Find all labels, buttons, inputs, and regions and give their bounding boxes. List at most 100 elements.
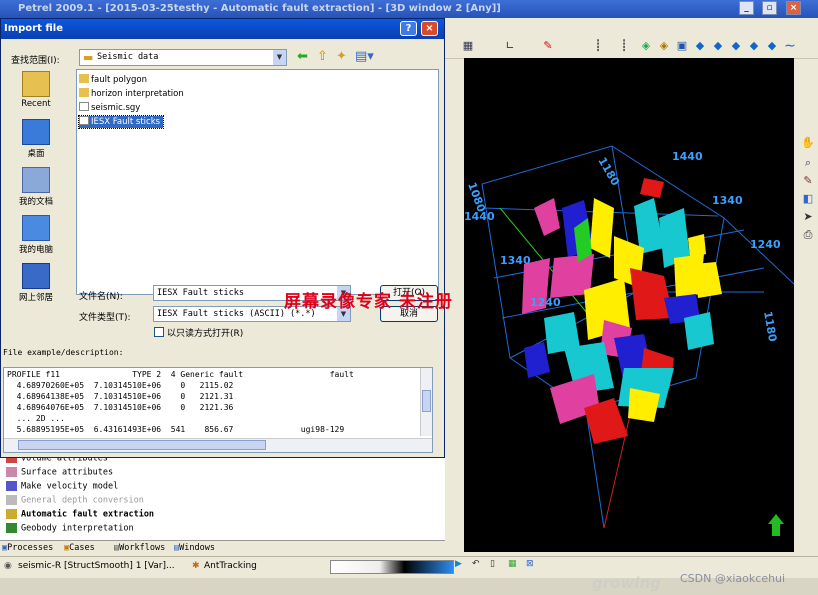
pencil-icon[interactable]: ✎ bbox=[801, 174, 815, 188]
places-bar: Recent 桌面 我的文档 我的电脑 网上邻居 bbox=[7, 71, 65, 321]
page-icon[interactable]: ▯ bbox=[490, 559, 495, 569]
fault-3d-view: 1180 1440 1080 1440 1340 1340 1240 1240 … bbox=[464, 145, 794, 536]
cube3-icon[interactable]: ▣ bbox=[675, 39, 689, 53]
view-menu-icon[interactable]: ▤▾ bbox=[355, 49, 374, 64]
seismic-icon: ◉ bbox=[4, 561, 12, 571]
readonly-checkbox[interactable] bbox=[154, 327, 164, 337]
recent-icon bbox=[22, 71, 50, 97]
tab-strip: ▣Processes ▣Cases ▤Workflows ▤Windows bbox=[0, 540, 445, 556]
place-documents[interactable]: 我的文档 bbox=[7, 167, 65, 207]
lookin-label: 查找范围(I): bbox=[11, 56, 60, 66]
process-item[interactable]: General depth conversion bbox=[6, 495, 144, 506]
place-desktop[interactable]: 桌面 bbox=[7, 119, 65, 159]
zoom-icon[interactable]: ⌕ bbox=[801, 156, 815, 170]
seismic-status: seismic-R [StructSmooth] 1 [Var]... bbox=[18, 561, 175, 571]
computer-icon bbox=[22, 215, 50, 241]
filename-value: IESX Fault sticks bbox=[157, 288, 244, 298]
undo-icon[interactable]: ↶ bbox=[472, 559, 480, 569]
folder-icon: ▬ bbox=[83, 51, 94, 64]
process-item[interactable]: Make velocity model bbox=[6, 481, 118, 492]
minimize-button[interactable]: _ bbox=[739, 1, 754, 15]
description-label: File example/description: bbox=[3, 348, 124, 357]
close-window-button[interactable]: × bbox=[786, 1, 801, 15]
surface2-icon[interactable]: ◆ bbox=[729, 39, 743, 53]
tab-processes[interactable]: ▣Processes bbox=[0, 542, 53, 555]
file-icon bbox=[79, 102, 89, 111]
well-icon[interactable]: ◆ bbox=[693, 39, 707, 53]
axis-label: 1440 bbox=[464, 210, 495, 223]
cube-icon[interactable]: ◈ bbox=[639, 39, 653, 53]
pointer-icon[interactable]: ➤ bbox=[801, 210, 815, 224]
tab-workflows[interactable]: ▤Workflows bbox=[112, 542, 165, 555]
axis-label: 1240 bbox=[750, 238, 781, 251]
dialog-close-button[interactable]: × bbox=[421, 21, 438, 36]
list-item[interactable]: seismic.sgy bbox=[79, 102, 143, 114]
export-icon[interactable]: ▦ bbox=[508, 559, 517, 569]
processes-panel: Volume attributes Surface attributes Mak… bbox=[0, 452, 445, 541]
tab-windows[interactable]: ▤Windows bbox=[172, 542, 215, 555]
vertical-scrollbar[interactable] bbox=[420, 368, 432, 436]
csdn-watermark: CSDN @xiaokcehui bbox=[680, 572, 786, 585]
play-icon[interactable]: ▶ bbox=[455, 559, 462, 569]
split2-icon[interactable]: ┋ bbox=[617, 39, 631, 53]
folder-icon bbox=[79, 74, 89, 83]
3d-viewport[interactable]: 1180 1440 1080 1440 1340 1340 1240 1240 … bbox=[464, 58, 794, 552]
desktop-icon bbox=[22, 119, 50, 145]
surface4-icon[interactable]: ◆ bbox=[765, 39, 779, 53]
description-line: 4.68964138E+05 7.10314510E+06 0 2121.31 bbox=[7, 392, 234, 401]
right-toolbar: ✋ ⌕ ✎ ◧ ➤ ⎙ bbox=[798, 130, 818, 550]
horizontal-scrollbar[interactable] bbox=[4, 438, 432, 452]
print-icon[interactable]: ⎙ bbox=[801, 228, 815, 242]
place-recent[interactable]: Recent bbox=[7, 71, 65, 109]
split-icon[interactable]: ┋ bbox=[591, 39, 605, 53]
process-item[interactable]: Surface attributes bbox=[6, 467, 113, 478]
app-title-bar: Petrel 2009.1 - [2015-03-25testhy - Auto… bbox=[0, 0, 818, 18]
app-title: Petrel 2009.1 - [2015-03-25testhy - Auto… bbox=[18, 3, 501, 14]
axis-label: 1180 bbox=[761, 310, 779, 343]
main-toolbar: ▦ ∟ ✎ ┋ ┋ ◈ ◈ ▣ ◆ ◆ ◆ ◆ ◆ ∼ bbox=[445, 36, 818, 59]
back-icon[interactable]: ⬅ bbox=[297, 49, 308, 64]
process-item[interactable]: Geobody interpretation bbox=[6, 523, 134, 534]
axis-label: 1340 bbox=[500, 254, 531, 267]
dialog-title-bar: Import file ? × bbox=[1, 19, 444, 39]
surface-icon[interactable]: ◆ bbox=[711, 39, 725, 53]
axis-label: 1440 bbox=[672, 150, 703, 163]
colorbar[interactable] bbox=[330, 560, 454, 574]
lookin-combo[interactable]: ▬ Seismic data ▼ bbox=[79, 49, 287, 66]
hand-icon[interactable]: ✋ bbox=[801, 136, 815, 150]
new-folder-icon[interactable]: ✦ bbox=[336, 49, 347, 64]
axis-icon[interactable]: ∟ bbox=[503, 39, 517, 53]
description-line: 4.68970260E+05 7.10314510E+06 0 2115.02 bbox=[7, 381, 234, 390]
process-item[interactable]: Automatic fault extraction bbox=[6, 509, 154, 520]
surface3-icon[interactable]: ◆ bbox=[747, 39, 761, 53]
help-button[interactable]: ? bbox=[400, 21, 417, 36]
close-pane-icon[interactable]: ⊠ bbox=[526, 559, 534, 569]
place-network[interactable]: 网上邻居 bbox=[7, 263, 65, 303]
chevron-down-icon: ▼ bbox=[273, 50, 286, 65]
scroll-thumb[interactable] bbox=[18, 440, 266, 450]
file-list[interactable]: fault polygon horizon interpretation sei… bbox=[76, 69, 439, 295]
list-item[interactable]: horizon interpretation bbox=[79, 88, 187, 100]
filename-label: 文件名(N): bbox=[79, 292, 123, 302]
description-box[interactable]: PROFILE f11 TYPE 2 4 Generic fault fault… bbox=[3, 367, 433, 453]
description-line: 5.68895195E+05 6.43161493E+06 541 856.67… bbox=[7, 425, 345, 434]
documents-icon bbox=[22, 167, 50, 193]
ant-status: AntTracking bbox=[204, 561, 257, 571]
axis-label: 1180 bbox=[595, 155, 622, 188]
folder-icon bbox=[79, 88, 89, 97]
pick-icon[interactable]: ✎ bbox=[541, 39, 555, 53]
filetype-label: 文件类型(T): bbox=[79, 313, 131, 323]
lookin-value: Seismic data bbox=[97, 52, 159, 62]
scroll-thumb[interactable] bbox=[422, 390, 431, 412]
tab-cases[interactable]: ▣Cases bbox=[62, 542, 95, 555]
wave-icon[interactable]: ∼ bbox=[783, 39, 797, 53]
place-computer[interactable]: 我的电脑 bbox=[7, 215, 65, 255]
up-arrow-icon[interactable] bbox=[768, 514, 784, 536]
up-folder-icon[interactable]: ⇧ bbox=[317, 49, 328, 64]
cube2-icon[interactable]: ◈ bbox=[657, 39, 671, 53]
layer-icon[interactable]: ◧ bbox=[801, 192, 815, 206]
list-item[interactable]: fault polygon bbox=[79, 74, 150, 86]
restore-button[interactable]: ▫ bbox=[762, 1, 777, 15]
list-item-selected[interactable]: IESX Fault sticks bbox=[77, 115, 165, 129]
grid-icon[interactable]: ▦ bbox=[461, 39, 475, 53]
